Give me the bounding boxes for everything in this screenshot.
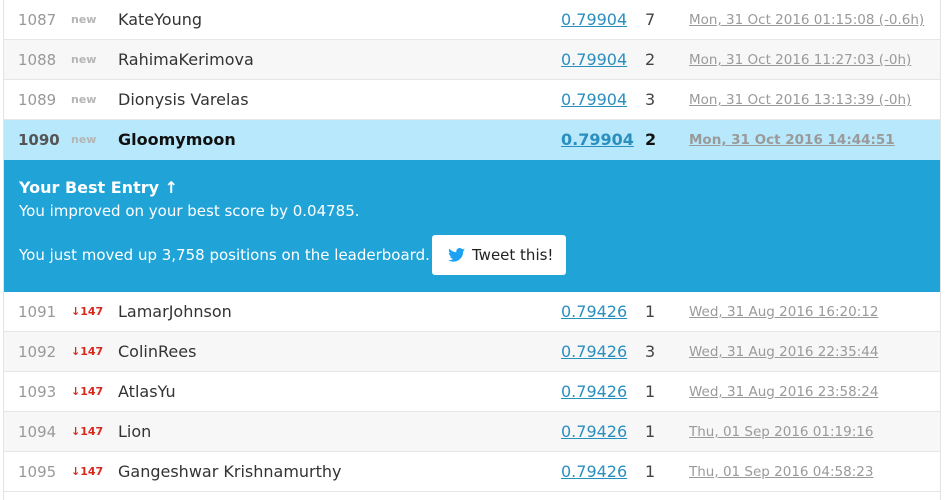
score-link[interactable]: 0.79426 [561, 332, 627, 372]
team-name: ColinRees [118, 342, 197, 361]
team-name: Lion [118, 422, 152, 441]
rank-change-badge: ↓147 [71, 305, 104, 318]
rank: 1095 [18, 463, 57, 481]
leaderboard-row: 1089 new Dionysis Varelas 0.79904 3 Mon,… [4, 80, 940, 120]
team-name: LamarJohnson [118, 302, 232, 321]
score-link[interactable]: 0.79426 [561, 452, 627, 492]
last-submission: Wed, 31 Aug 2016 16:20:12 [689, 304, 879, 320]
team-name: Gangeshwar Krishnamurthy [118, 462, 342, 481]
rank-change-badge: new [71, 133, 97, 146]
best-entry-banner: Your Best Entry ↑ You improved on your b… [4, 160, 940, 292]
rank: 1092 [18, 343, 57, 361]
rank: 1091 [18, 303, 57, 321]
last-submission: Mon, 31 Oct 2016 13:13:39 (-0h) [689, 92, 912, 108]
leaderboard-row: 1093 ↓147 AtlasYu 0.79426 1 Wed, 31 Aug … [4, 372, 940, 412]
entries-count: 1 [645, 382, 656, 401]
last-submission: Mon, 31 Oct 2016 01:15:08 (-0.6h) [689, 12, 925, 28]
entries-count: 2 [645, 130, 657, 149]
entries-count: 3 [645, 342, 656, 361]
leaderboard: 1087 new KateYoung 0.79904 7 Mon, 31 Oct… [3, 0, 941, 500]
improvement-message: You improved on your best score by 0.047… [19, 202, 360, 220]
twitter-bird-icon [448, 248, 465, 262]
last-submission: Wed, 31 Aug 2016 23:58:24 [689, 384, 879, 400]
team-name: AtlasYu [118, 382, 176, 401]
team-name: RahimaKerimova [118, 50, 254, 69]
banner-title: Your Best Entry ↑ [19, 178, 179, 197]
entries-count: 1 [645, 462, 656, 481]
tweet-button[interactable]: Tweet this! [432, 235, 566, 275]
my-team-row: 1090 new Gloomymoon 0.79904 2 Mon, 31 Oc… [4, 120, 940, 160]
rank-change-badge: ↓147 [71, 345, 104, 358]
rank: 1090 [18, 131, 60, 149]
rank: 1088 [18, 51, 57, 69]
score-link[interactable]: 0.79904 [561, 0, 627, 40]
rank: 1093 [18, 383, 57, 401]
score-link[interactable]: 0.79904 [561, 80, 627, 120]
team-name: Dionysis Varelas [118, 90, 249, 109]
leaderboard-row: 1092 ↓147 ColinRees 0.79426 3 Wed, 31 Au… [4, 332, 940, 372]
last-submission: Mon, 31 Oct 2016 11:27:03 (-0h) [689, 52, 912, 68]
rank: 1089 [18, 91, 57, 109]
last-submission: Wed, 31 Aug 2016 22:35:44 [689, 344, 879, 360]
last-submission: Thu, 01 Sep 2016 04:58:23 [689, 464, 874, 480]
entries-count: 7 [645, 10, 656, 29]
leaderboard-row: 1087 new KateYoung 0.79904 7 Mon, 31 Oct… [4, 0, 940, 40]
rank-change-badge: ↓147 [71, 465, 104, 478]
entries-count: 1 [645, 302, 656, 321]
leaderboard-row: 1094 ↓147 Lion 0.79426 1 Thu, 01 Sep 201… [4, 412, 940, 452]
rank-change-badge: new [71, 93, 97, 106]
position-message: You just moved up 3,758 positions on the… [19, 246, 430, 264]
last-submission: Thu, 01 Sep 2016 01:19:16 [689, 424, 874, 440]
team-name: KateYoung [118, 10, 203, 29]
entries-count: 2 [645, 50, 656, 69]
score-link[interactable]: 0.79426 [561, 372, 627, 412]
rank-change-badge: ↓147 [71, 425, 104, 438]
leaderboard-row: 1088 new RahimaKerimova 0.79904 2 Mon, 3… [4, 40, 940, 80]
entries-count: 3 [645, 90, 656, 109]
score-link[interactable]: 0.79426 [561, 412, 627, 452]
team-name: Gloomymoon [118, 130, 236, 149]
score-link[interactable]: 0.79904 [561, 40, 627, 80]
leaderboard-row: 1095 ↓147 Gangeshwar Krishnamurthy 0.794… [4, 452, 940, 492]
entries-count: 1 [645, 422, 656, 441]
rank-change-badge: new [71, 53, 97, 66]
leaderboard-row: 1091 ↓147 LamarJohnson 0.79426 1 Wed, 31… [4, 292, 940, 332]
score-link[interactable]: 0.79426 [561, 292, 627, 332]
rank-change-badge: ↓147 [71, 385, 104, 398]
score-link[interactable]: 0.79904 [561, 120, 634, 160]
rank-change-badge: new [71, 13, 97, 26]
rank: 1094 [18, 423, 57, 441]
rank: 1087 [18, 11, 57, 29]
last-submission: Mon, 31 Oct 2016 14:44:51 [689, 132, 895, 148]
tweet-button-label: Tweet this! [472, 246, 554, 264]
